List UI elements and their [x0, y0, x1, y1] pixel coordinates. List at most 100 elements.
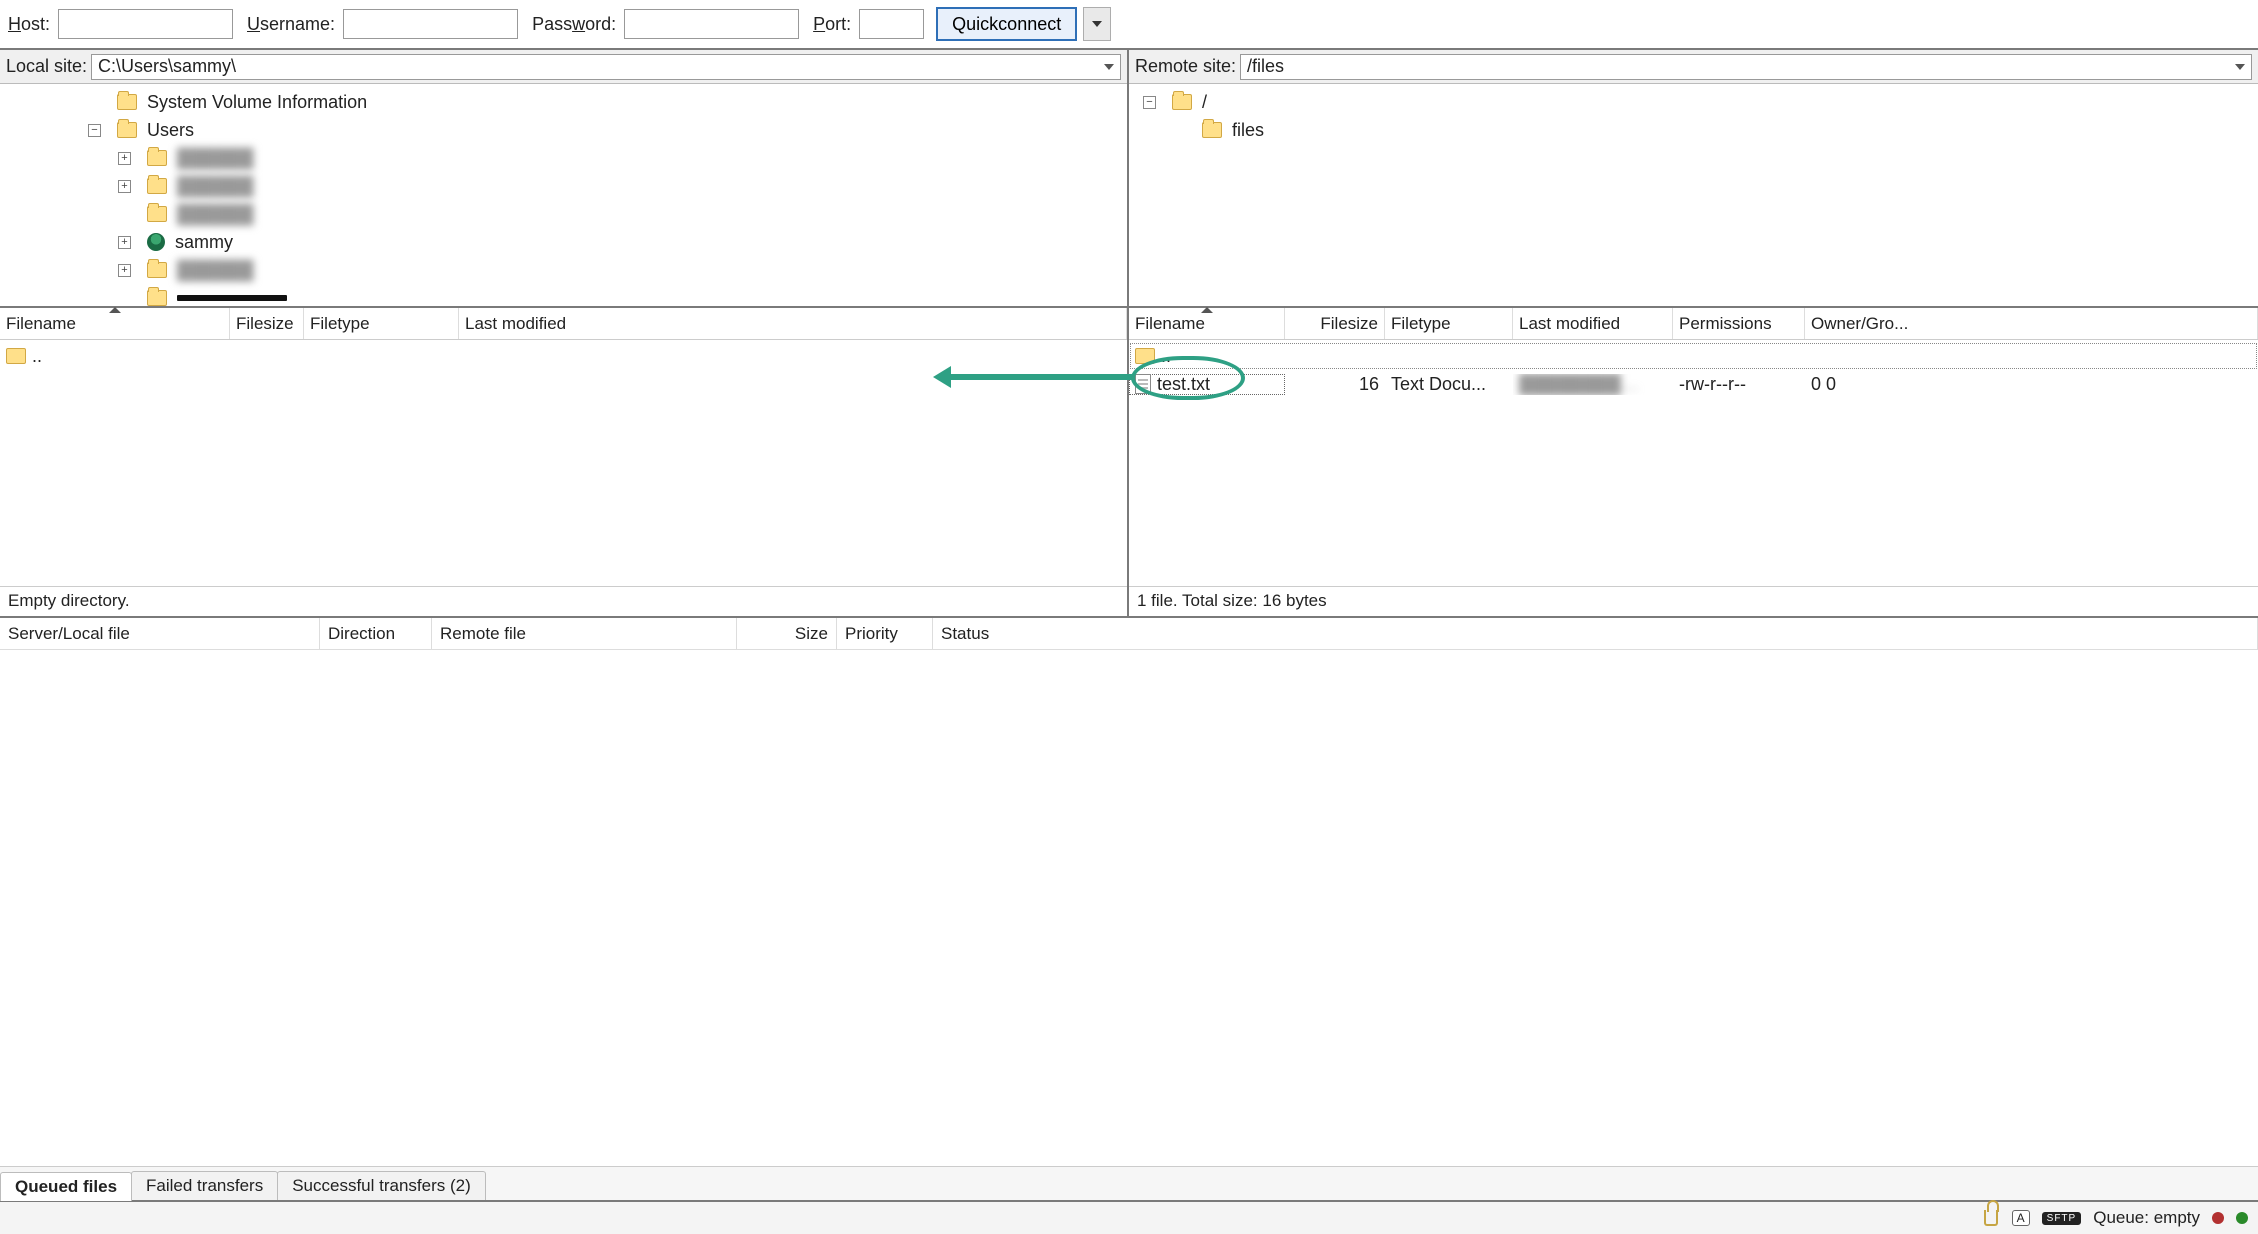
col-status[interactable]: Status	[933, 618, 2258, 649]
remote-file-list: Filename Filesize Filetype Last modified…	[1129, 308, 2258, 616]
folder-icon	[1172, 94, 1192, 110]
folder-icon	[147, 206, 167, 222]
list-row[interactable]: ..	[0, 342, 1127, 370]
remote-tree[interactable]: −/ files	[1129, 84, 2258, 306]
tree-node[interactable]: ██████	[4, 200, 1127, 228]
col-size[interactable]: Size	[737, 618, 837, 649]
tree-node[interactable]: System Volume Information	[4, 88, 1127, 116]
remote-site-label: Remote site:	[1135, 56, 1236, 77]
username-input[interactable]	[343, 9, 518, 39]
col-remote-file[interactable]: Remote file	[432, 618, 737, 649]
remote-list-status: 1 file. Total size: 16 bytes	[1129, 586, 2258, 616]
col-filesize[interactable]: Filesize	[230, 308, 304, 339]
local-site-row: Local site: C:\Users\sammy\	[0, 50, 1127, 84]
chevron-down-icon	[1092, 21, 1102, 27]
quickconnect-bar: Host: Username: Password: Port: QQuickco…	[0, 0, 2258, 50]
password-label: Password:	[532, 14, 616, 35]
password-input[interactable]	[624, 9, 799, 39]
chevron-down-icon	[1104, 64, 1114, 70]
cell-value: test.txt	[1157, 374, 1210, 395]
modified-value: ████████…	[1519, 374, 1639, 395]
quickconnect-dropdown[interactable]	[1083, 7, 1111, 41]
col-filename[interactable]: Filename	[0, 308, 230, 339]
col-direction[interactable]: Direction	[320, 618, 432, 649]
remote-list-body[interactable]: .. test.txt 16 Text Docu... ████████… -rw-r--…	[1129, 340, 2258, 586]
col-modified[interactable]: Last modified	[1513, 308, 1673, 339]
local-path-value: C:\Users\sammy\	[98, 56, 236, 77]
transfer-queue: Server/Local file Direction Remote file …	[0, 618, 2258, 1200]
tree-node[interactable]: − Users	[4, 116, 1127, 144]
tree-node[interactable]: + ██████	[4, 144, 1127, 172]
col-owner[interactable]: Owner/Gro...	[1805, 308, 2258, 339]
folder-icon	[1202, 122, 1222, 138]
local-site-label: Local site:	[6, 56, 87, 77]
list-row[interactable]: test.txt 16 Text Docu... ████████… -rw-r--r-…	[1129, 370, 2258, 398]
expand-icon[interactable]: +	[118, 236, 131, 249]
queue-body[interactable]	[0, 650, 2258, 1166]
tree-node-label: sammy	[175, 232, 233, 253]
col-filetype[interactable]: Filetype	[304, 308, 459, 339]
keyboard-badge[interactable]: A	[2012, 1210, 2030, 1226]
host-input[interactable]	[58, 9, 233, 39]
tree-node[interactable]: + sammy	[4, 228, 1127, 256]
site-trees: Local site: C:\Users\sammy\ System Volum…	[0, 50, 2258, 308]
remote-path-combo[interactable]: /files	[1240, 54, 2252, 80]
tab-successful-transfers[interactable]: Successful transfers (2)	[277, 1171, 486, 1200]
tree-node-label: ██████	[177, 204, 254, 225]
tree-node-label: Users	[147, 120, 194, 141]
cell-value: 0 0	[1811, 374, 1836, 395]
tree-node-label: files	[1232, 120, 1264, 141]
tree-node[interactable]: + ██████	[4, 172, 1127, 200]
collapse-icon[interactable]: −	[88, 124, 101, 137]
queue-status-text: Queue: empty	[2093, 1208, 2200, 1228]
col-filetype[interactable]: Filetype	[1385, 308, 1513, 339]
tree-node[interactable]: −/	[1133, 88, 2258, 116]
tab-queued-files[interactable]: Queued files	[0, 1172, 132, 1201]
user-icon	[147, 233, 165, 251]
quickconnect-button[interactable]: QQuickconnectuickconnect	[936, 7, 1077, 41]
folder-icon	[117, 94, 137, 110]
folder-icon	[147, 290, 167, 306]
col-modified[interactable]: Last modified	[459, 308, 1127, 339]
expand-icon[interactable]: +	[118, 152, 131, 165]
local-path-combo[interactable]: C:\Users\sammy\	[91, 54, 1121, 80]
tree-node[interactable]	[4, 284, 1127, 306]
col-priority[interactable]: Priority	[837, 618, 933, 649]
cell-value: -rw-r--r--	[1679, 374, 1746, 395]
local-list-header[interactable]: Filename Filesize Filetype Last modified	[0, 308, 1127, 340]
remote-list-header[interactable]: Filename Filesize Filetype Last modified…	[1129, 308, 2258, 340]
expand-icon[interactable]: +	[118, 264, 131, 277]
col-permissions[interactable]: Permissions	[1673, 308, 1805, 339]
tree-node-label: ██████	[177, 176, 254, 197]
cell-value: ..	[1161, 346, 1171, 367]
expand-icon[interactable]: +	[118, 180, 131, 193]
col-server-local[interactable]: Server/Local file	[0, 618, 320, 649]
tree-node-label	[177, 295, 287, 301]
port-input[interactable]	[859, 9, 924, 39]
status-led-green[interactable]	[2236, 1212, 2248, 1224]
folder-icon	[1135, 348, 1155, 364]
col-filename[interactable]: Filename	[1129, 308, 1285, 339]
tab-failed-transfers[interactable]: Failed transfers	[131, 1171, 278, 1200]
local-list-body[interactable]: ..	[0, 340, 1127, 586]
lock-icon[interactable]	[1984, 1210, 1998, 1226]
collapse-icon[interactable]: −	[1143, 96, 1156, 109]
file-lists: Filename Filesize Filetype Last modified…	[0, 308, 2258, 618]
cell-value: 16	[1359, 374, 1379, 395]
queue-header[interactable]: Server/Local file Direction Remote file …	[0, 618, 2258, 650]
local-tree[interactable]: System Volume Information − Users + ██████ + █…	[0, 84, 1127, 306]
tree-node[interactable]: files	[1133, 116, 2258, 144]
col-filesize[interactable]: Filesize	[1285, 308, 1385, 339]
tree-node-label: ██████	[177, 148, 254, 169]
chevron-down-icon	[2235, 64, 2245, 70]
remote-pane: Remote site: /files −/ files	[1129, 50, 2258, 306]
list-row[interactable]: ..	[1129, 342, 2258, 370]
local-file-list: Filename Filesize Filetype Last modified…	[0, 308, 1129, 616]
tree-node-label: ██████	[177, 260, 254, 281]
status-bar: A SFTP Queue: empty	[0, 1200, 2258, 1234]
status-led-red[interactable]	[2212, 1212, 2224, 1224]
cell-value: Text Docu...	[1391, 374, 1486, 395]
protocol-badge[interactable]: SFTP	[2042, 1212, 2082, 1225]
file-name: ..	[32, 346, 42, 367]
tree-node[interactable]: + ██████	[4, 256, 1127, 284]
